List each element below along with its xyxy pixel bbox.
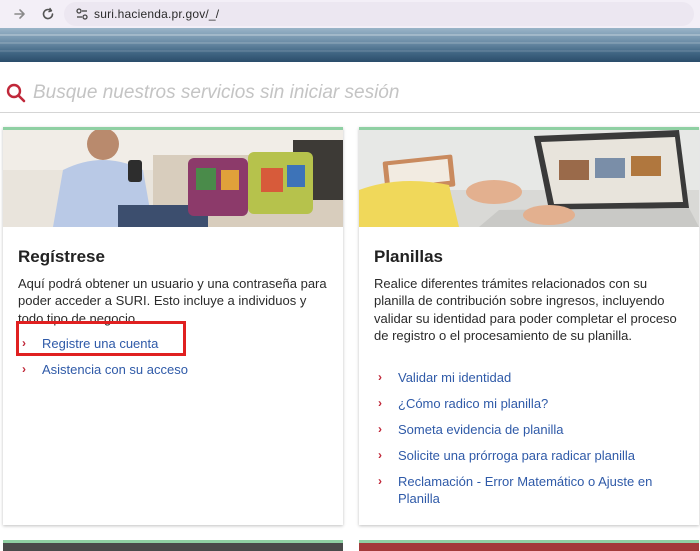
card-partial-bottom-left [3,540,343,551]
forward-arrow-icon[interactable] [12,6,28,22]
card-planillas: Planillas Realice diferentes trámites re… [359,127,699,525]
access-assistance-link[interactable]: › Asistencia con su acceso [18,361,333,378]
how-to-file-link[interactable]: › ¿Cómo radico mi planilla? [374,395,689,412]
card-link-list: › Validar mi identidad › ¿Cómo radico mi… [374,369,689,507]
chevron-right-icon: › [378,370,382,384]
submit-evidence-link[interactable]: › Someta evidencia de planilla [374,421,689,438]
search-bar [0,74,700,113]
link-label[interactable]: Validar mi identidad [398,370,511,385]
claim-error-link[interactable]: › Reclamación - Error Matemático o Ajust… [374,473,689,508]
card-image-man-with-phone [3,130,343,227]
link-label[interactable]: Asistencia con su acceso [42,362,188,377]
header-banner [0,28,700,62]
link-label[interactable]: Reclamación - Error Matemático o Ajuste … [398,474,652,506]
chevron-right-icon: › [378,447,382,462]
card-image-laptop-typing [359,130,699,227]
browser-toolbar: suri.hacienda.pr.gov/_/ [0,0,700,28]
card-partial-bottom-right [359,540,699,551]
chevron-right-icon: › [378,395,382,410]
site-settings-icon[interactable] [74,6,90,22]
search-icon[interactable] [6,83,26,103]
chevron-right-icon: › [22,361,26,376]
link-label[interactable]: Someta evidencia de planilla [398,422,564,437]
search-input[interactable] [33,78,673,108]
url-text[interactable]: suri.hacienda.pr.gov/_/ [94,7,219,21]
card-description: Aquí podrá obtener un usuario y una cont… [18,276,327,326]
card-description: Realice diferentes trámites relacionados… [374,276,677,344]
validate-identity-link[interactable]: › Validar mi identidad [374,369,689,386]
reload-icon[interactable] [40,6,56,22]
link-label[interactable]: ¿Cómo radico mi planilla? [398,396,548,411]
highlight-annotation-box [16,321,186,356]
request-extension-link[interactable]: › Solicite una prórroga para radicar pla… [374,447,689,464]
card-registrese: Regístrese Aquí podrá obtener un usuario… [3,127,343,525]
card-title: Planillas [374,247,443,266]
card-title: Regístrese [18,247,105,266]
chevron-right-icon: › [378,473,382,488]
address-bar[interactable]: suri.hacienda.pr.gov/_/ [64,2,694,26]
chevron-right-icon: › [378,421,382,436]
link-label[interactable]: Solicite una prórroga para radicar plani… [398,448,635,463]
